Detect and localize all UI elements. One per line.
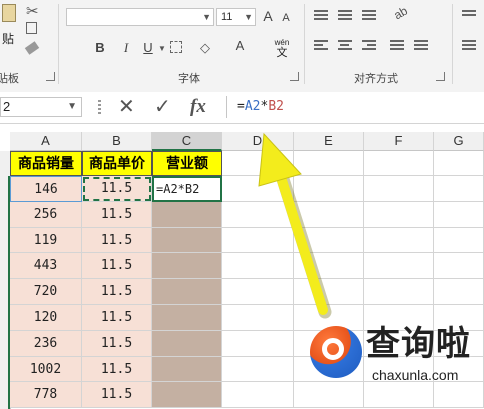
watermark-url: chaxunla.com xyxy=(372,367,459,383)
watermark-logo-icon xyxy=(310,326,362,378)
watermark-title: 查询啦 xyxy=(366,324,471,364)
arrow-icon xyxy=(258,132,332,319)
watermark: 查询啦 chaxunla.com xyxy=(310,322,480,392)
